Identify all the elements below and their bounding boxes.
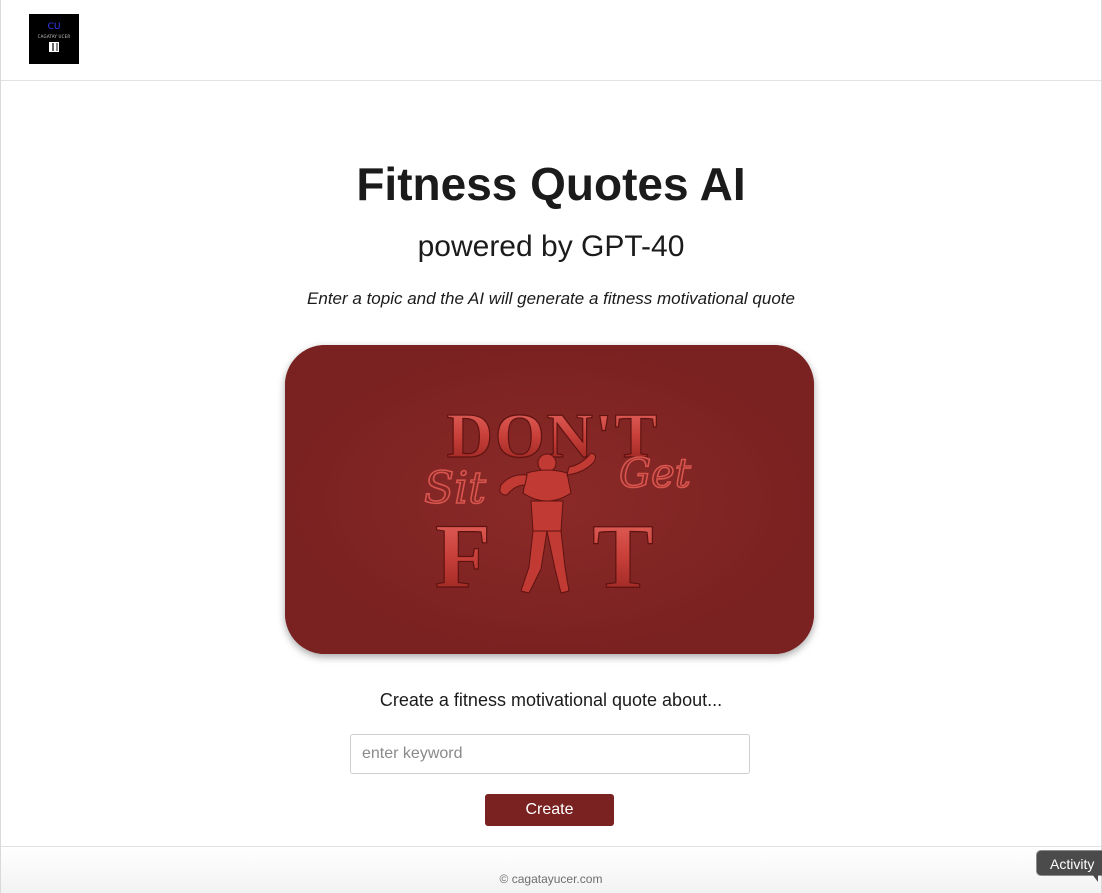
logo-brand-text: CAGATAY UCER bbox=[37, 34, 71, 39]
qr-icon bbox=[49, 42, 59, 52]
hero-image: DON'T Sit Get F T bbox=[285, 345, 814, 654]
logo-monogram: CU bbox=[47, 22, 61, 32]
hero-text-f: F bbox=[435, 505, 491, 607]
site-logo[interactable]: CU CAGATAY UCER bbox=[29, 14, 79, 64]
prompt-label: Create a fitness motivational quote abou… bbox=[379, 690, 723, 710]
copyright-text[interactable]: © cagatayucer.com bbox=[1, 872, 1101, 886]
keyword-input[interactable] bbox=[350, 734, 750, 774]
page: CU CAGATAY UCER Fitness Quotes AI powere… bbox=[0, 0, 1102, 893]
tagline: Enter a topic and the AI will generate a… bbox=[307, 289, 795, 308]
page-title: Fitness Quotes AI bbox=[356, 158, 746, 210]
hero-text-get: Get bbox=[619, 451, 692, 497]
activity-tooltip-tail bbox=[1092, 874, 1098, 882]
top-bar: CU CAGATAY UCER bbox=[1, 0, 1101, 81]
hero-artwork: DON'T Sit Get F T bbox=[285, 345, 814, 654]
hero-text-t: T bbox=[592, 505, 653, 607]
page-subtitle: powered by GPT-40 bbox=[417, 230, 685, 263]
create-button[interactable]: Create bbox=[485, 794, 614, 826]
activity-button[interactable]: Activity bbox=[1036, 850, 1102, 876]
